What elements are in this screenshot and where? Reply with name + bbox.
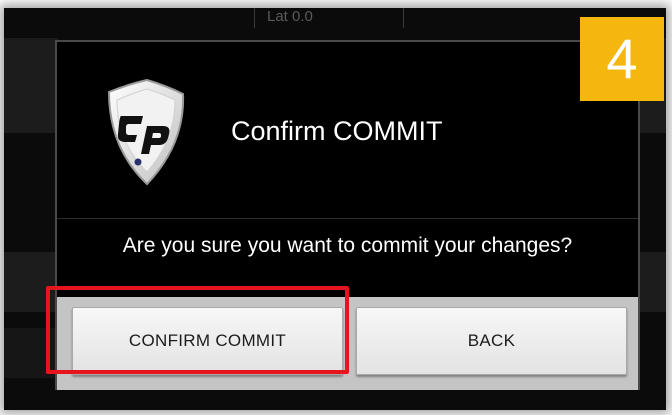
dialog-header: Confirm COMMIT bbox=[57, 42, 638, 218]
back-button[interactable]: BACK bbox=[356, 307, 627, 375]
dialog-message: Are you sure you want to commit your cha… bbox=[122, 234, 573, 257]
background-panel bbox=[4, 38, 58, 133]
cp-shield-logo-icon bbox=[107, 78, 185, 186]
dialog-divider bbox=[57, 218, 638, 219]
highlight-annotation bbox=[46, 286, 349, 374]
background-panel bbox=[638, 252, 666, 312]
dialog-title: Confirm COMMIT bbox=[231, 116, 443, 146]
step-number-badge: 4 bbox=[580, 17, 664, 101]
background-readout: Lat 0.0 bbox=[254, 8, 404, 28]
